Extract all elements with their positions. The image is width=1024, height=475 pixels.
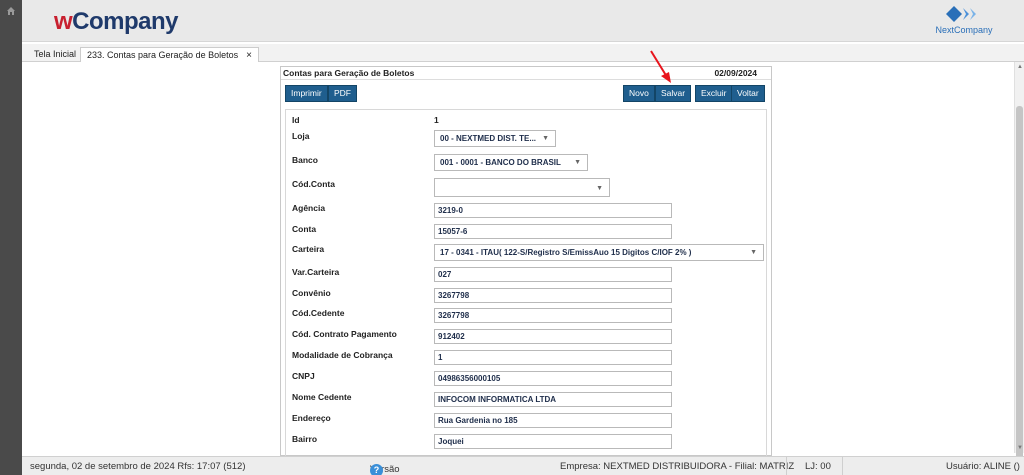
salvar-button[interactable]: Salvar — [655, 85, 692, 102]
cod-cedente-label: Cód.Cedente — [292, 308, 345, 318]
nome-cedente-label: Nome Cedente — [292, 392, 352, 402]
conta-label: Conta — [292, 224, 317, 234]
nextcompany-label: NextCompany — [935, 25, 993, 35]
excluir-button[interactable]: Excluir — [695, 85, 733, 102]
banco-select[interactable]: 001 - 0001 - BANCO DO BRASIL ▼ — [434, 154, 588, 171]
status-datetime: segunda, 02 de setembro de 2024 Rfs: 17:… — [30, 461, 246, 472]
chevron-down-icon: ▼ — [542, 135, 549, 142]
status-empresa: Empresa: NEXTMED DISTRIBUIDORA - Filial:… — [560, 461, 795, 472]
vertical-scrollbar[interactable]: ▲ ▼ — [1014, 62, 1024, 475]
var-carteira-label: Var.Carteira — [292, 267, 340, 277]
tab-bar: Tela Inicial 233. Contas para Geração de… — [22, 44, 1024, 62]
tab-label: 233. Contas para Geração de Boletos — [87, 50, 239, 60]
conta-input[interactable]: 15057-6 — [434, 224, 672, 239]
tab-contas-boletos[interactable]: 233. Contas para Geração de Boletos × — [80, 47, 259, 62]
banco-label: Banco — [292, 155, 318, 165]
id-value: 1 — [434, 115, 439, 125]
nome-cedente-input[interactable]: INFOCOM INFORMATICA LTDA — [434, 392, 672, 407]
pdf-button[interactable]: PDF — [328, 85, 357, 102]
agencia-input[interactable]: 3219-0 — [434, 203, 672, 218]
status-bar: segunda, 02 de setembro de 2024 Rfs: 17:… — [22, 456, 1024, 475]
imprimir-button[interactable]: Imprimir — [285, 85, 328, 102]
status-usuario: Usuário: ALINE () — [946, 461, 1020, 472]
panel-title: Contas para Geração de Boletos — [283, 68, 415, 78]
nextcompany-diamond-icon — [946, 6, 976, 22]
left-sidebar-strip — [0, 0, 22, 475]
contas-panel: Contas para Geração de Boletos 02/09/202… — [280, 66, 772, 457]
status-divider — [786, 457, 787, 475]
cnpj-label: CNPJ — [292, 371, 315, 381]
red-arrow-annotation — [650, 50, 671, 83]
home-icon[interactable] — [6, 6, 16, 16]
chevron-down-icon: ▼ — [574, 159, 581, 166]
convenio-label: Convênio — [292, 288, 331, 298]
endereco-label: Endereço — [292, 413, 331, 423]
cod-conta-select[interactable]: ▼ — [434, 178, 610, 197]
help-icon[interactable]: ? — [370, 464, 383, 475]
nextcompany-logo: NextCompany — [924, 4, 1004, 38]
cod-cedente-input[interactable]: 3267798 — [434, 308, 672, 323]
tab-tela-inicial[interactable]: Tela Inicial — [28, 47, 82, 62]
carteira-label: Carteira — [292, 244, 325, 254]
scrollbar-thumb[interactable] — [1016, 106, 1023, 475]
voltar-button[interactable]: Voltar — [731, 85, 765, 102]
status-divider — [842, 457, 843, 475]
bairro-label: Bairro — [292, 434, 318, 444]
close-icon[interactable]: × — [246, 50, 252, 61]
agencia-label: Agência — [292, 203, 326, 213]
novo-button[interactable]: Novo — [623, 85, 655, 102]
loja-label: Loja — [292, 131, 310, 141]
id-label: Id — [292, 115, 300, 125]
cod-conta-label: Cód.Conta — [292, 179, 335, 189]
scroll-down-icon[interactable]: ▼ — [1017, 445, 1023, 451]
cnpj-input[interactable]: 04986356000105 — [434, 371, 672, 386]
chevron-down-icon: ▼ — [596, 185, 603, 192]
modalidade-input[interactable]: 1 — [434, 350, 672, 365]
status-lj: LJ: 00 — [805, 461, 831, 472]
chevron-down-icon: ▼ — [750, 249, 757, 256]
endereco-input[interactable]: Rua Gardenia no 185 — [434, 413, 672, 428]
bairro-input[interactable]: Joquei — [434, 434, 672, 449]
convenio-input[interactable]: 3267798 — [434, 288, 672, 303]
cod-contrato-label: Cód. Contrato Pagamento — [292, 329, 397, 339]
loja-select[interactable]: 00 - NEXTMED DIST. TE... ▼ — [434, 130, 556, 147]
panel-header: Contas para Geração de Boletos 02/09/202… — [281, 67, 771, 80]
modalidade-label: Modalidade de Cobrança — [292, 350, 393, 360]
account-form: Id 1 Loja 00 - NEXTMED DIST. TE... ▼ Banc… — [285, 109, 767, 457]
app-header: wCompany NextCompany — [22, 0, 1024, 42]
carteira-select[interactable]: 17 - 0341 - ITAU( 122-S/Registro S/Emiss… — [434, 244, 764, 261]
toolbar: Imprimir PDF Novo Salvar Excluir Voltar — [281, 80, 771, 106]
panel-date: 02/09/2024 — [714, 68, 757, 78]
wcompany-logo[interactable]: wCompany — [54, 8, 179, 36]
cod-contrato-input[interactable]: 912402 — [434, 329, 672, 344]
scroll-up-icon[interactable]: ▲ — [1017, 64, 1023, 70]
var-carteira-input[interactable]: 027 — [434, 267, 672, 282]
